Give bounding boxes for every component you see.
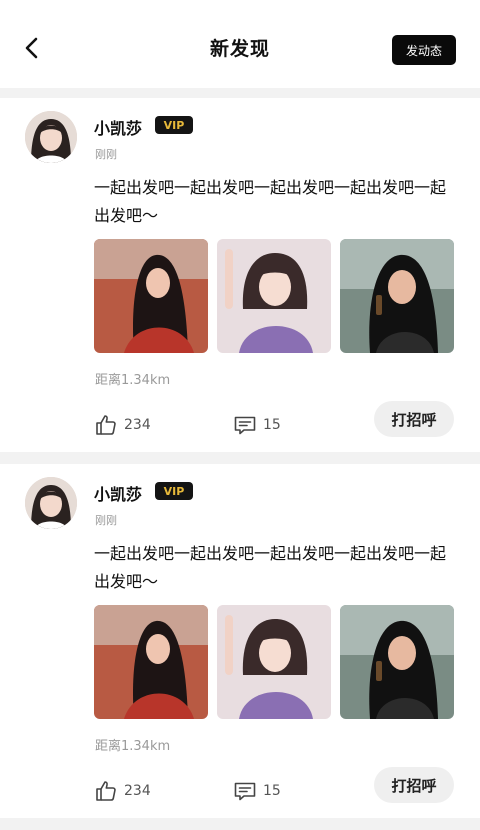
distance-label: 距离1.34km: [95, 739, 171, 754]
post-update-button[interactable]: 发动态: [392, 35, 456, 65]
like-count: 234: [124, 417, 151, 433]
post-content: 一起出发吧一起出发吧一起出发吧一起出发吧一起出发吧～: [94, 544, 447, 591]
comment-icon: [234, 416, 256, 435]
avatar[interactable]: [25, 477, 77, 529]
post-photo[interactable]: [217, 239, 331, 353]
post-time: 刚刚: [95, 514, 117, 527]
feed: 小凯莎 VIP 刚刚 一起出发吧一起出发吧一起出发吧一起出发吧一起出发吧～ 距离…: [0, 98, 480, 830]
comment-count: 15: [263, 417, 281, 433]
post-card: 小凯莎 VIP 刚刚 一起出发吧一起出发吧一起出发吧一起出发吧一起出发吧～ 距离…: [0, 464, 480, 818]
post-content: 一起出发吧一起出发吧一起出发吧一起出发吧一起出发吧～: [94, 178, 447, 225]
post-photo[interactable]: [94, 239, 208, 353]
post-photo[interactable]: [217, 605, 331, 719]
like-button[interactable]: 234: [94, 413, 151, 437]
comment-button[interactable]: 15: [233, 779, 281, 803]
post-photo[interactable]: [340, 605, 454, 719]
comment-count: 15: [263, 783, 281, 799]
vip-badge: VIP: [155, 482, 193, 500]
top-bar: 新发现 发动态: [0, 0, 480, 88]
greet-button[interactable]: 打招呼: [374, 401, 454, 437]
post-time: 刚刚: [95, 148, 117, 161]
username[interactable]: 小凯莎: [94, 481, 142, 505]
like-button[interactable]: 234: [94, 779, 151, 803]
avatar[interactable]: [25, 111, 77, 163]
photo-grid: [94, 239, 456, 353]
post-photo[interactable]: [340, 239, 454, 353]
greet-button[interactable]: 打招呼: [374, 767, 454, 803]
vip-badge: VIP: [155, 116, 193, 134]
like-icon: [96, 781, 116, 801]
comment-button[interactable]: 15: [233, 413, 281, 437]
like-icon: [96, 415, 116, 435]
like-count: 234: [124, 783, 151, 799]
post-photo[interactable]: [94, 605, 208, 719]
comment-icon: [234, 782, 256, 801]
username[interactable]: 小凯莎: [94, 115, 142, 139]
distance-label: 距离1.34km: [95, 373, 171, 388]
post-card: 小凯莎 VIP 刚刚 一起出发吧一起出发吧一起出发吧一起出发吧一起出发吧～ 距离…: [0, 98, 480, 452]
photo-grid: [94, 605, 456, 719]
